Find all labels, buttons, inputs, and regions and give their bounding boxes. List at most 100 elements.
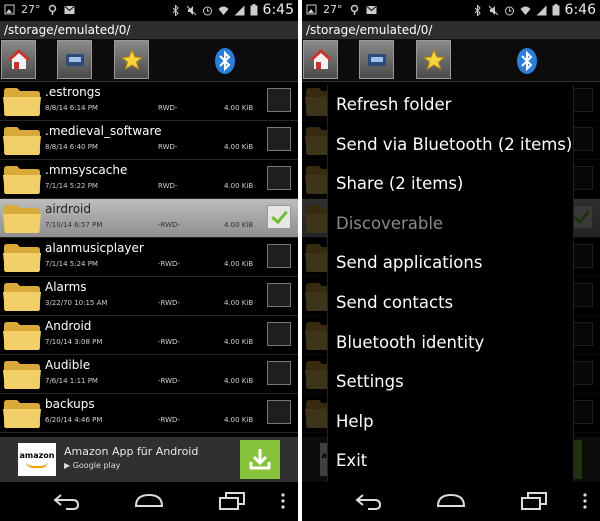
select-checkbox[interactable] bbox=[267, 205, 291, 229]
current-path: /storage/emulated/0/ bbox=[302, 21, 600, 39]
select-checkbox[interactable] bbox=[267, 400, 291, 424]
nav-bar bbox=[302, 483, 600, 521]
menu-item[interactable]: Bluetooth identity bbox=[328, 323, 573, 363]
google-play-badge: ▶ Google play bbox=[64, 461, 121, 470]
ad-banner[interactable]: amazon Amazon App für Android ▶ Google p… bbox=[0, 437, 298, 482]
menu-item[interactable]: Refresh folder bbox=[328, 85, 573, 125]
file-date: 3/22/70 10:15 AM bbox=[45, 299, 108, 307]
battery-icon bbox=[250, 4, 258, 16]
current-path: /storage/emulated/0/ bbox=[0, 21, 298, 39]
select-checkbox[interactable] bbox=[267, 88, 291, 112]
favorites-button[interactable] bbox=[416, 40, 451, 79]
file-size: 4.00 KiB bbox=[224, 338, 254, 346]
folder-icon bbox=[3, 127, 41, 155]
mute-icon bbox=[186, 5, 196, 15]
menu-item[interactable]: Send contacts bbox=[328, 283, 573, 323]
file-row[interactable]: .mmsyscache 7/1/14 5:22 PM RWD- 4.00 KiB bbox=[0, 160, 298, 199]
file-row[interactable]: .medieval_software 8/8/14 6:40 PM RWD- 4.00… bbox=[0, 121, 298, 160]
folder-icon bbox=[3, 400, 41, 428]
file-size: 4.00 KiB bbox=[224, 221, 254, 229]
status-bar: 27° 6:46 bbox=[302, 0, 600, 21]
back-icon[interactable] bbox=[354, 492, 382, 510]
file-size: 4.00 KiB bbox=[224, 143, 254, 151]
file-name: airdroid bbox=[45, 202, 91, 216]
file-date: 8/8/14 6:14 PM bbox=[45, 104, 98, 112]
file-name: Alarms bbox=[45, 280, 87, 294]
battery-icon bbox=[552, 4, 560, 16]
folder-icon bbox=[3, 166, 41, 194]
overflow-icon[interactable] bbox=[281, 493, 285, 509]
select-checkbox[interactable] bbox=[267, 244, 291, 268]
file-name: Audible bbox=[45, 358, 91, 372]
overflow-icon[interactable] bbox=[583, 493, 587, 509]
folder-icon bbox=[3, 322, 41, 350]
menu-item[interactable]: Send via Bluetooth (2 items) bbox=[328, 125, 573, 165]
file-permissions: -RWD- bbox=[158, 377, 180, 385]
ad-download-button[interactable] bbox=[240, 440, 280, 479]
menu-item[interactable]: Share (2 items) bbox=[328, 164, 573, 204]
file-row[interactable]: backups 6/20/14 4:46 PM -RWD- 4.00 KiB bbox=[0, 394, 298, 433]
menu-item[interactable]: Send applications bbox=[328, 243, 573, 283]
file-name: alanmusicplayer bbox=[45, 241, 144, 255]
alarm-icon bbox=[504, 6, 514, 15]
download-icon bbox=[249, 449, 271, 470]
signal-icon bbox=[234, 5, 245, 15]
select-checkbox[interactable] bbox=[267, 166, 291, 190]
favorites-button[interactable] bbox=[114, 40, 149, 79]
ad-title: Amazon App für Android bbox=[64, 445, 199, 458]
wifi-icon bbox=[218, 6, 229, 15]
amazon-logo: amazon bbox=[18, 443, 56, 476]
menu-item[interactable]: Exit bbox=[328, 441, 573, 481]
file-size: 4.00 KiB bbox=[224, 104, 254, 112]
recent-apps-icon[interactable] bbox=[521, 492, 547, 510]
signal-icon bbox=[536, 5, 547, 15]
location-icon bbox=[350, 4, 358, 15]
select-checkbox[interactable] bbox=[267, 361, 291, 385]
sd-card-button[interactable] bbox=[57, 40, 92, 79]
file-row[interactable]: airdroid 7/10/14 6:57 PM -RWD- 4.00 KiB bbox=[0, 199, 298, 238]
overflow-menu: Refresh folder Send via Bluetooth (2 item… bbox=[327, 85, 574, 482]
temperature: 27° bbox=[323, 3, 343, 16]
select-checkbox[interactable] bbox=[267, 127, 291, 151]
folder-icon bbox=[3, 361, 41, 389]
sd-card-icon bbox=[368, 54, 386, 66]
file-date: 7/10/14 6:57 PM bbox=[45, 221, 103, 229]
wifi-icon bbox=[520, 6, 531, 15]
bluetooth-status-icon bbox=[172, 4, 179, 16]
menu-item[interactable]: Settings bbox=[328, 362, 573, 402]
file-row[interactable]: .estrongs 8/8/14 6:14 PM RWD- 4.00 KiB bbox=[0, 82, 298, 121]
star-icon bbox=[422, 48, 446, 71]
home-nav-icon[interactable] bbox=[436, 492, 466, 508]
file-permissions: RWD- bbox=[158, 182, 178, 190]
home-button[interactable] bbox=[1, 40, 36, 79]
home-icon bbox=[7, 48, 31, 69]
bluetooth-button[interactable] bbox=[510, 40, 545, 79]
file-row[interactable]: alanmusicplayer 7/1/14 5:24 PM -RWD- 4.00 K… bbox=[0, 238, 298, 277]
file-size: 4.00 KiB bbox=[224, 299, 254, 307]
file-name: .estrongs bbox=[45, 85, 101, 99]
sd-card-button[interactable] bbox=[359, 40, 394, 79]
file-date: 7/6/14 1:11 PM bbox=[45, 377, 98, 385]
toolbar bbox=[0, 39, 298, 82]
file-row[interactable]: Audible 7/6/14 1:11 PM -RWD- 4.00 KiB bbox=[0, 355, 298, 394]
file-permissions: -RWD- bbox=[158, 338, 180, 346]
gmail-icon bbox=[64, 6, 74, 14]
recent-apps-icon[interactable] bbox=[219, 492, 245, 510]
file-row[interactable]: Alarms 3/22/70 10:15 AM -RWD- 4.00 KiB bbox=[0, 277, 298, 316]
sd-card-icon bbox=[66, 54, 84, 66]
star-icon bbox=[120, 48, 144, 71]
file-size: 4.00 KiB bbox=[224, 416, 254, 424]
file-name: .medieval_software bbox=[45, 124, 162, 138]
toolbar bbox=[302, 39, 600, 82]
menu-item[interactable]: Help bbox=[328, 402, 573, 442]
bluetooth-status-icon bbox=[474, 4, 481, 16]
home-nav-icon[interactable] bbox=[134, 492, 164, 508]
home-button[interactable] bbox=[303, 40, 338, 79]
select-checkbox[interactable] bbox=[267, 283, 291, 307]
select-checkbox[interactable] bbox=[267, 322, 291, 346]
file-row[interactable]: Android 7/10/14 3:08 PM -RWD- 4.00 KiB bbox=[0, 316, 298, 355]
file-permissions: -RWD- bbox=[158, 221, 180, 229]
file-permissions: -RWD- bbox=[158, 416, 180, 424]
bluetooth-button[interactable] bbox=[208, 40, 243, 79]
back-icon[interactable] bbox=[52, 492, 80, 510]
